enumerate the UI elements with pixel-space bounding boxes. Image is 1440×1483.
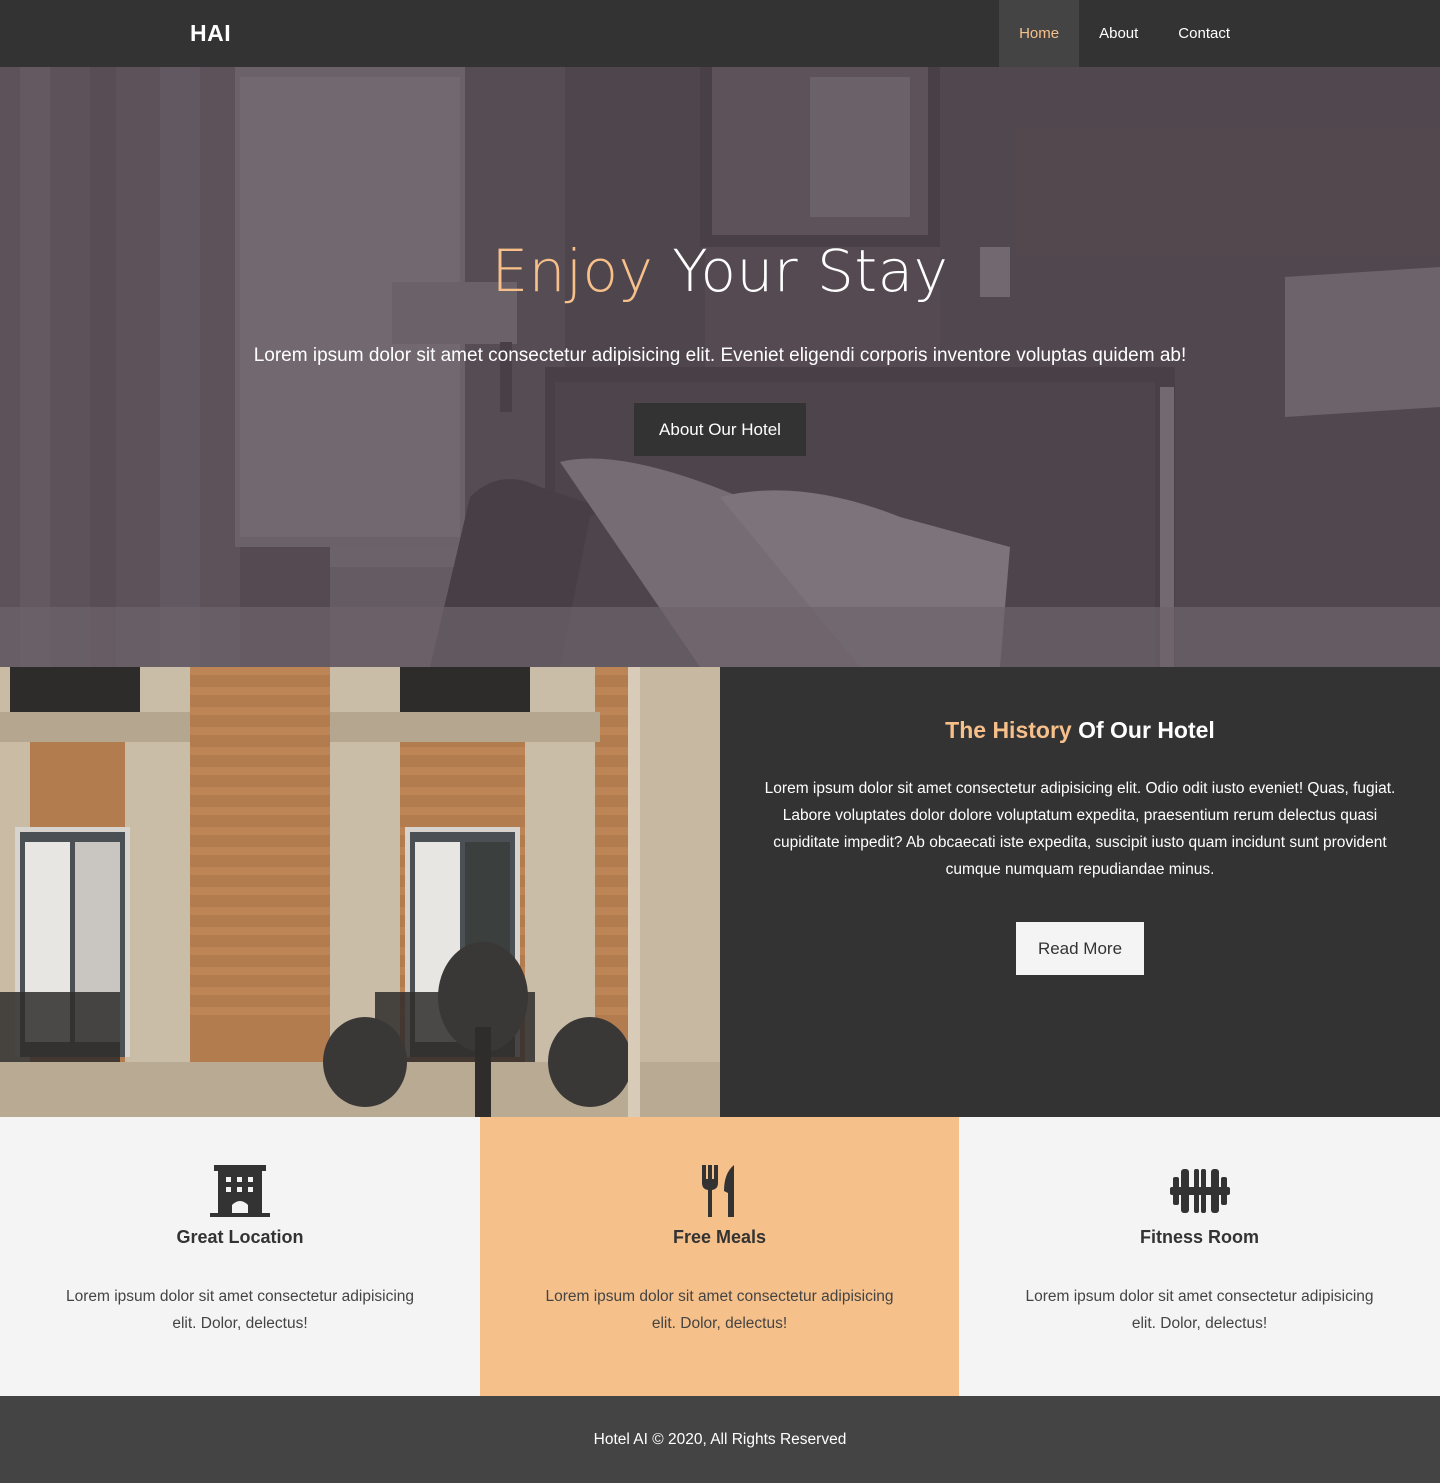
feature-card: Great Location Lorem ipsum dolor sit ame… xyxy=(0,1117,480,1396)
feature-text: Lorem ipsum dolor sit amet consectetur a… xyxy=(65,1288,415,1332)
history-title: The History Of Our Hotel xyxy=(720,717,1440,744)
feature-text: Lorem ipsum dolor sit amet consectetur a… xyxy=(545,1288,894,1332)
nav-links: Home About Contact xyxy=(999,0,1250,67)
utensils-icon xyxy=(701,1165,734,1217)
history-title-accent: The History xyxy=(945,717,1072,743)
nav-link-home[interactable]: Home xyxy=(999,0,1080,67)
hero-content: Enjoy Your Stay Lorem ipsum dolor sit am… xyxy=(0,67,1440,667)
feature-title: Great Location xyxy=(176,1227,304,1247)
feature-card: Free Meals Lorem ipsum dolor sit amet co… xyxy=(480,1117,959,1396)
history-section: The History Of Our Hotel Lorem ipsum dol… xyxy=(0,667,1440,1117)
navbar: HAI Home About Contact xyxy=(0,0,1440,67)
features-section: Great Location Lorem ipsum dolor sit ame… xyxy=(0,1117,1440,1396)
nav-link-about[interactable]: About xyxy=(1079,0,1158,67)
hero-title: Enjoy Your Stay xyxy=(0,237,1440,305)
copyright-text: Hotel AI © 2020, All Rights Reserved xyxy=(593,1430,847,1448)
feature-card: Fitness Room Lorem ipsum dolor sit amet … xyxy=(959,1117,1440,1396)
read-more-button[interactable]: Read More xyxy=(1016,922,1144,975)
hero-title-rest: Your Stay xyxy=(653,237,949,305)
hero-section: Enjoy Your Stay Lorem ipsum dolor sit am… xyxy=(0,67,1440,667)
hero-subtitle: Lorem ipsum dolor sit amet consectetur a… xyxy=(253,345,1187,366)
feature-text: Lorem ipsum dolor sit amet consectetur a… xyxy=(1025,1288,1374,1332)
history-paragraph: Lorem ipsum dolor sit amet consectetur a… xyxy=(764,780,1396,878)
history-title-rest: Of Our Hotel xyxy=(1071,717,1215,743)
feature-title: Fitness Room xyxy=(1139,1227,1259,1247)
dumbbell-icon xyxy=(1169,1169,1230,1213)
hotel-building-image xyxy=(0,667,720,1117)
site-logo[interactable]: HAI xyxy=(190,20,231,47)
nav-link-contact[interactable]: Contact xyxy=(1158,0,1250,67)
footer: Hotel AI © 2020, All Rights Reserved xyxy=(0,1396,1440,1483)
about-hotel-button[interactable]: About Our Hotel xyxy=(634,403,806,456)
hero-title-accent: Enjoy xyxy=(491,237,654,305)
hotel-building-icon xyxy=(210,1165,270,1217)
history-content: The History Of Our Hotel Lorem ipsum dol… xyxy=(720,667,1440,1117)
feature-title: Free Meals xyxy=(672,1227,767,1247)
